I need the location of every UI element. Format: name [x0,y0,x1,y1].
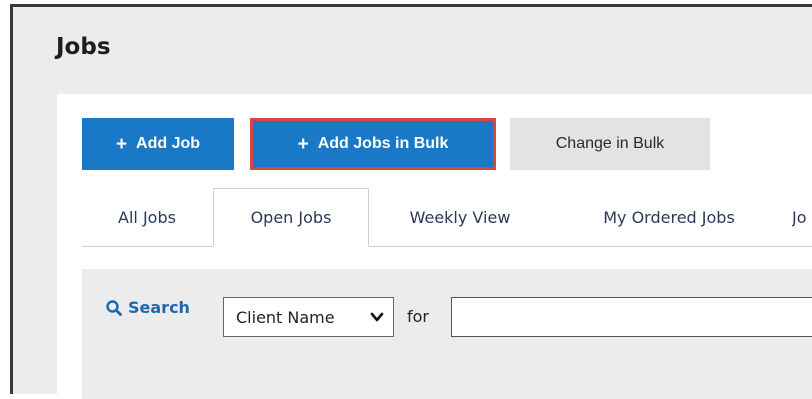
change-in-bulk-button[interactable]: Change in Bulk [510,118,710,170]
tab-label: Weekly View [409,207,511,227]
add-job-button[interactable]: + Add Job [82,118,234,170]
chevron-down-icon [370,312,384,322]
tab-open-jobs[interactable]: Open Jobs [213,188,369,247]
tab-label: Open Jobs [250,208,332,227]
plus-icon: + [297,133,309,155]
tab-weekly-view[interactable]: Weekly View [370,188,550,246]
tab-label: Jo [792,207,807,227]
search-label[interactable]: Search [106,298,190,317]
change-in-bulk-label: Change in Bulk [555,135,665,152]
search-input[interactable] [451,297,812,337]
plus-icon: + [115,133,128,155]
tab-jobs-partial[interactable]: Jo [792,188,812,246]
job-tabs: All Jobs Open Jobs Weekly View My Ordere… [82,188,812,247]
tab-label: All Jobs [118,207,176,227]
search-icon [106,299,122,316]
add-jobs-in-bulk-button[interactable]: + Add Jobs in Bulk [250,118,496,170]
search-label-text: Search [128,298,190,317]
select-value: Client Name [236,307,335,327]
tab-all-jobs[interactable]: All Jobs [82,188,212,246]
tab-my-ordered-jobs[interactable]: My Ordered Jobs [554,188,784,246]
page-title: Jobs [56,34,111,60]
add-jobs-in-bulk-label: Add Jobs in Bulk [317,135,449,152]
search-field-select[interactable]: Client Name [223,297,394,337]
add-job-label: Add Job [136,135,201,152]
for-label: for [407,307,429,326]
tab-label: My Ordered Jobs [603,207,735,227]
